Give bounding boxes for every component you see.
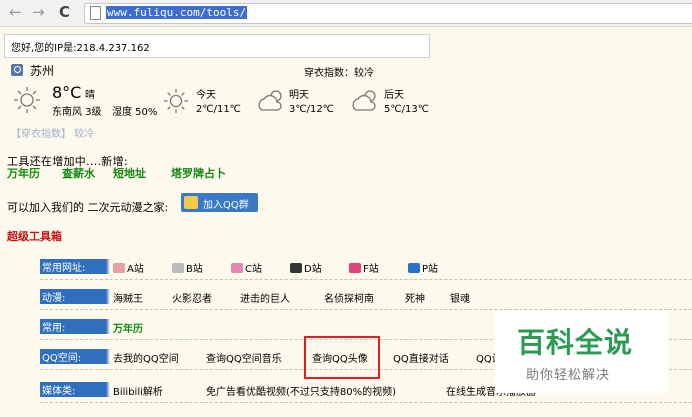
tomorrow-label: 明天 [289,90,309,101]
site-link-d[interactable]: D站 [290,260,322,275]
anime-row: 动漫: 海贼王 火影忍者 进击的巨人 名侦探柯南 死神 银魂 [40,286,692,310]
partly-cloudy-icon [258,90,282,111]
c-site-icon [231,263,243,273]
qq-chat-link[interactable]: QQ直接对话 [393,350,449,365]
anime-link[interactable]: 死神 [405,290,425,305]
b-site-icon [172,263,184,273]
site-link-c[interactable]: C站 [231,260,262,275]
anime-link[interactable]: 名侦探柯南 [324,290,374,305]
after-label: 后天 [384,90,404,101]
highlight-box [304,336,380,379]
today-label: 今天 [196,90,216,101]
my-qzone-link[interactable]: 去我的QQ空间 [113,350,179,365]
forward-icon[interactable]: → [32,3,45,21]
back-icon[interactable]: ← [9,3,22,21]
a-site-icon [113,263,125,273]
page-icon [90,6,101,20]
common-sites-row: 常用网址: A站 B站 C站 D站 F站 P站 [40,256,692,280]
qq-group-icon [184,196,198,209]
today-range: 2℃/11℃ [196,104,241,115]
sun-icon [163,88,189,114]
tomorrow-range: 3℃/12℃ [289,104,334,115]
anime-link[interactable]: 进击的巨人 [240,290,290,305]
join-text: 可以加入我们的 二次元动漫之家: [7,201,169,214]
url-text[interactable]: www.fuliqu.com/tools/ [106,6,248,19]
new-tool-link[interactable]: 查薪水 [62,165,95,181]
row-label: 常用: [40,319,110,334]
anime-link[interactable]: 银魂 [450,290,470,305]
clothes-index: 穿衣指数：较冷 [304,68,374,79]
f-site-icon [349,263,361,273]
row-label: QQ空间: [40,349,110,364]
current-temp: 8°C [52,83,82,102]
watermark: 百科全说 助你轻松解决 [495,311,668,393]
city-name[interactable]: 苏州 [30,62,54,79]
after-range: 5℃/13℃ [384,104,429,115]
row-label: 常用网址: [40,259,110,274]
super-tools-title: 超级工具箱 [7,230,62,243]
clothes-index-link[interactable]: 【穿衣指数】 较冷 [11,125,94,140]
new-tool-link[interactable]: 万年历 [7,165,40,181]
p-site-icon [408,263,420,273]
join-qq-group-button[interactable]: 加入QQ群 [181,193,258,212]
qzone-music-link[interactable]: 查询QQ空间音乐 [206,350,282,365]
humidity-text: 湿度 50% [112,107,158,118]
search-icon[interactable] [11,64,23,76]
anime-link[interactable]: 火影忍者 [172,290,212,305]
join-button-label: 加入QQ群 [203,200,249,211]
reload-icon[interactable]: C [59,3,70,21]
sun-icon [14,87,40,113]
calendar-link[interactable]: 万年历 [113,320,143,335]
new-tool-link[interactable]: 塔罗牌占卜 [171,165,226,181]
current-cond: 晴 [85,90,95,101]
partly-cloudy-icon [352,90,376,111]
ip-text: 您好,您的IP是:218.4.237.162 [11,43,150,54]
site-link-f[interactable]: F站 [349,260,379,275]
site-link-b[interactable]: B站 [172,260,203,275]
row-label: 动漫: [40,289,110,304]
anime-link[interactable]: 海贼王 [113,290,143,305]
wind-text: 东南风 3级 [52,107,102,118]
ip-box: 您好,您的IP是:218.4.237.162 [4,34,430,58]
site-link-a[interactable]: A站 [113,260,144,275]
watermark-subtitle: 助你轻松解决 [526,368,611,383]
bilibili-link[interactable]: Bilibili解析 [113,383,163,398]
site-link-p[interactable]: P站 [408,260,438,275]
youku-link[interactable]: 免广告看优酷视频(不过只支持80%的视频) [206,383,396,398]
new-tool-link[interactable]: 短地址 [113,165,146,181]
row-label: 媒体类: [40,382,110,397]
d-site-icon [290,263,302,273]
watermark-title: 百科全说 [517,326,634,359]
